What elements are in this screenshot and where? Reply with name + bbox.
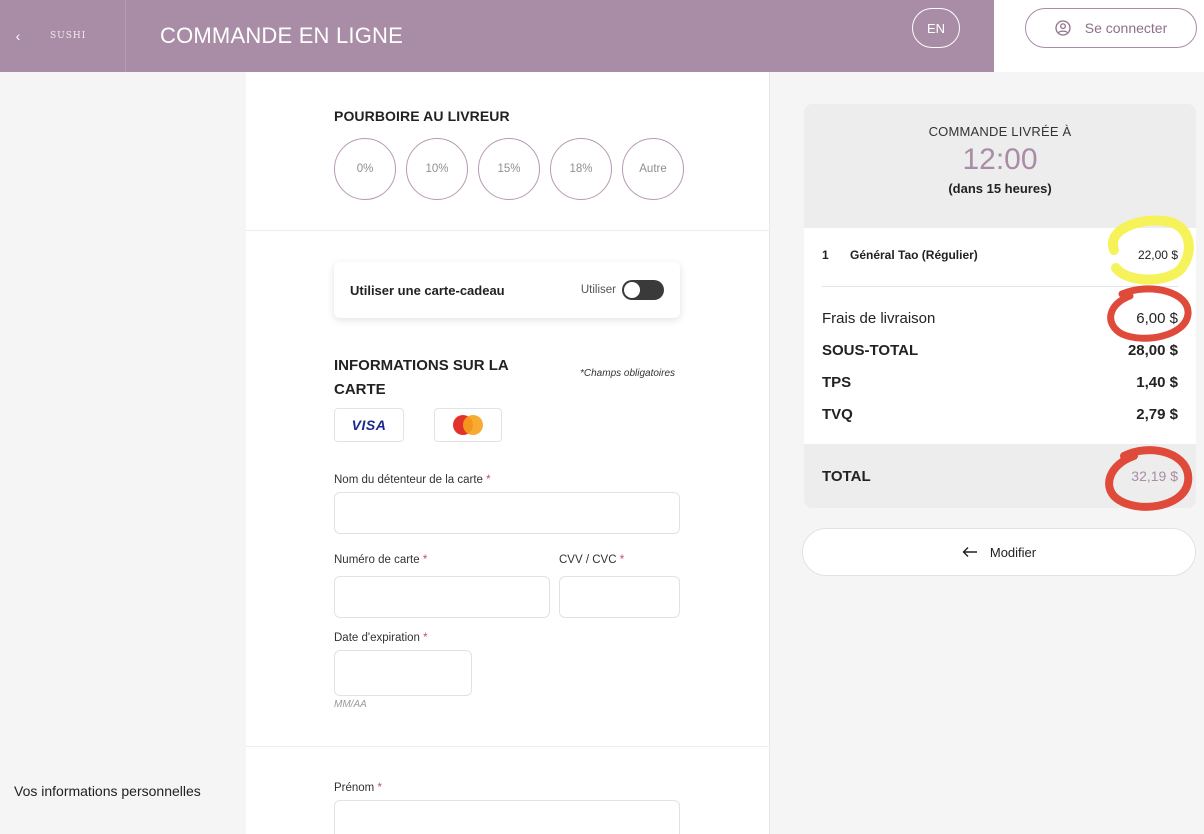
section-divider	[246, 746, 770, 747]
total-label: TOTAL	[822, 467, 871, 485]
gift-card-panel: Utiliser une carte-cadeau Utiliser	[334, 262, 680, 318]
personal-info-section-label: Vos informations personnelles	[14, 783, 201, 799]
card-number-input[interactable]	[334, 576, 550, 618]
total-value: 32,19 $	[1131, 468, 1178, 484]
page-title: COMMANDE EN LIGNE	[160, 23, 403, 48]
brand-logo[interactable]: SUSHI	[36, 0, 126, 72]
gift-card-toggle-label: Utiliser	[580, 284, 616, 296]
tps-label: TPS	[822, 374, 852, 391]
delivery-relative-time: (dans 15 heures)	[948, 181, 1052, 196]
chevron-left-icon: ‹	[15, 28, 21, 44]
tip-options: 0% 10% 15% 18% Autre	[334, 138, 684, 200]
cvv-label: CVV / CVC *	[559, 554, 625, 566]
tip-option-other[interactable]: Autre	[622, 138, 684, 200]
gift-card-toggle[interactable]	[622, 280, 664, 300]
tip-option-18[interactable]: 18%	[550, 138, 612, 200]
user-circle-icon	[1055, 20, 1071, 36]
left-nav-column	[0, 72, 246, 834]
subtotal-row: SOUS-TOTAL 28,00 $	[822, 342, 1178, 359]
expiry-label: Date d'expiration *	[334, 632, 428, 644]
delivery-time: 12:00	[962, 143, 1038, 176]
delivery-fee-value: 6,00 $	[1136, 310, 1178, 327]
card-holder-input[interactable]	[334, 492, 680, 534]
tvq-label: TVQ	[822, 406, 853, 423]
subtotal-label: SOUS-TOTAL	[822, 342, 919, 359]
expiry-input[interactable]	[334, 650, 472, 696]
subtotal-value: 28,00 $	[1127, 342, 1178, 359]
toggle-knob	[624, 282, 640, 298]
order-item-row: 1 Général Tao (Régulier) 22,00 $	[822, 248, 1178, 262]
tip-option-10[interactable]: 10%	[406, 138, 468, 200]
required-fields-note: *Champs obligatoires	[580, 368, 676, 379]
visa-logo: VISA	[334, 408, 404, 442]
item-qty: 1	[822, 248, 829, 262]
card-info-title: INFORMATIONS SUR LA CARTE	[334, 357, 509, 398]
top-bar: ‹ SUSHI COMMANDE EN LIGNE EN	[0, 0, 994, 72]
tvq-row: TVQ 2,79 $	[822, 406, 1178, 423]
modify-label: Modifier	[989, 544, 1037, 560]
language-toggle-button[interactable]: EN	[912, 8, 960, 48]
tps-row: TPS 1,40 $	[822, 374, 1178, 391]
arrow-left-icon	[962, 547, 977, 557]
modify-order-button[interactable]: Modifier	[802, 528, 1196, 576]
delivery-info: COMMANDE LIVRÉE À 12:00 (dans 15 heures)	[804, 104, 1196, 228]
first-name-label: Prénom *	[334, 782, 382, 794]
total-row: TOTAL 32,19 $	[804, 444, 1196, 508]
tvq-value: 2,79 $	[1136, 406, 1178, 423]
login-label: Se connecter	[1084, 20, 1168, 36]
summary-divider	[822, 286, 1178, 287]
mastercard-icon	[453, 415, 483, 435]
delivered-at-label: COMMANDE LIVRÉE À	[928, 124, 1072, 139]
gift-card-label: Utiliser une carte-cadeau	[350, 282, 505, 298]
tps-value: 1,40 $	[1136, 374, 1178, 391]
cvv-input[interactable]	[559, 576, 680, 618]
back-button[interactable]: ‹	[0, 0, 36, 72]
card-holder-label: Nom du détenteur de la carte *	[334, 474, 491, 486]
checkout-form: POURBOIRE AU LIVREUR 0% 10% 15% 18% Autr…	[246, 72, 770, 834]
section-divider	[246, 230, 770, 231]
first-name-input[interactable]	[334, 800, 680, 834]
card-number-label: Numéro de carte *	[334, 554, 428, 566]
item-price: 22,00 $	[1137, 248, 1178, 262]
tip-option-0[interactable]: 0%	[334, 138, 396, 200]
order-summary: COMMANDE LIVRÉE À 12:00 (dans 15 heures)…	[804, 104, 1196, 508]
delivery-fee-row: Frais de livraison 6,00 $	[822, 310, 1178, 327]
order-item-desc: 1 Général Tao (Régulier)	[822, 248, 978, 262]
item-name: Général Tao (Régulier)	[850, 248, 978, 262]
mastercard-logo	[434, 408, 502, 442]
tip-option-15[interactable]: 15%	[478, 138, 540, 200]
gift-card-toggle-group: Utiliser	[581, 280, 664, 300]
tip-section-title: POURBOIRE AU LIVREUR	[334, 108, 510, 124]
delivery-fee-label: Frais de livraison	[822, 310, 936, 327]
login-button[interactable]: Se connecter	[1025, 8, 1197, 48]
expiry-hint: MM/AA	[334, 699, 367, 710]
